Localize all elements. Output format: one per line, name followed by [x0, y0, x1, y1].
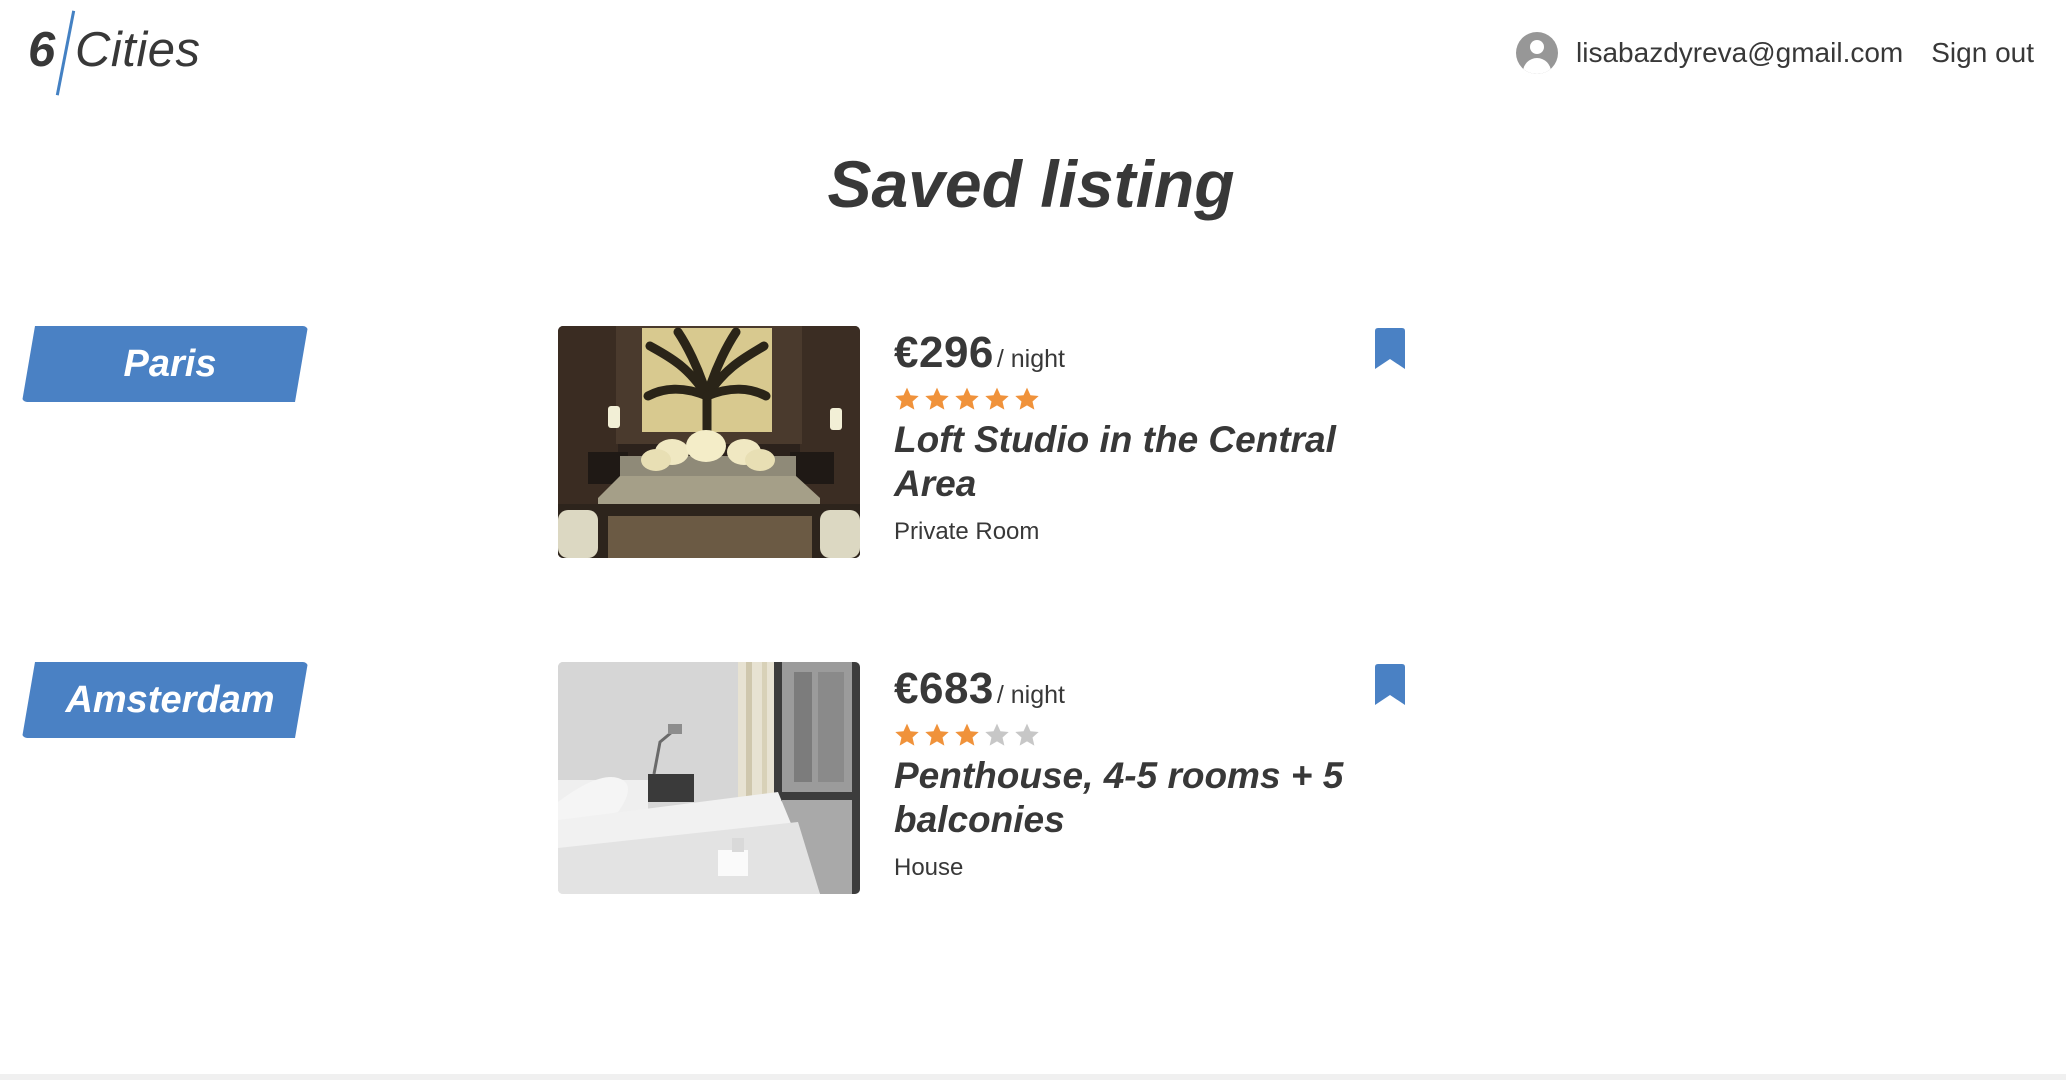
place-card-type: House: [894, 854, 964, 881]
sign-out-link[interactable]: Sign out: [1931, 37, 2034, 69]
place-card: €683 / night Penthouse, 4-5 rooms + 5 ba…: [558, 660, 1408, 894]
place-card-image[interactable]: [558, 326, 860, 558]
page-title: Saved listing: [827, 147, 1235, 221]
avatar-head: [1530, 40, 1545, 54]
star-icon: [985, 387, 1009, 410]
price-unit: / night: [996, 345, 1065, 373]
bookmark-button[interactable]: [1374, 664, 1406, 706]
rating-stars: [894, 386, 1040, 412]
bookmark-button[interactable]: [1374, 328, 1406, 370]
price-row: €296 / night: [894, 328, 1065, 378]
price-value: €296: [894, 328, 994, 377]
star-icon: [955, 387, 979, 410]
favorites-group-amsterdam: Amsterdam €683 / night Penthouse, 4-5 ro…: [0, 660, 2066, 900]
star-icon: [955, 723, 979, 746]
logo-slash: [55, 10, 76, 96]
footer-divider: [0, 1074, 2066, 1080]
logo-number: 6: [28, 23, 56, 77]
avatar-body: [1523, 58, 1552, 74]
place-card-image[interactable]: [558, 662, 860, 894]
price-value: €683: [894, 664, 994, 713]
place-card-name[interactable]: Loft Studio in the Central Area: [894, 418, 1414, 506]
star-icon: [925, 723, 949, 746]
bookmark-icon: [1375, 664, 1405, 705]
star-empty-icon: [985, 723, 1009, 746]
rating-stars: [894, 722, 1040, 748]
star-icon: [925, 387, 949, 410]
star-icon: [895, 723, 919, 746]
user-profile-link[interactable]: lisabazdyreva@gmail.com: [1516, 32, 1903, 74]
star-icon: [895, 387, 919, 410]
user-avatar-icon: [1516, 32, 1559, 74]
place-card: €296 / night Loft Studio in the Central …: [558, 324, 1408, 558]
bookmark-icon: [1375, 328, 1405, 369]
logo-link[interactable]: 6 Cities: [28, 10, 208, 96]
user-nav: lisabazdyreva@gmail.com Sign out: [1516, 30, 2034, 76]
site-header: 6 Cities lisabazdyreva@gmail.com Sign ou…: [0, 0, 2066, 106]
place-card-type: Private Room: [894, 518, 1040, 545]
city-tab-label: Paris: [123, 342, 217, 385]
user-email: lisabazdyreva@gmail.com: [1576, 37, 1904, 68]
price-row: €683 / night: [894, 664, 1065, 714]
place-card-name[interactable]: Penthouse, 4-5 rooms + 5 balconies: [894, 754, 1414, 842]
star-empty-icon: [1015, 723, 1039, 746]
page: 6 Cities lisabazdyreva@gmail.com Sign ou…: [0, 0, 2066, 1080]
city-tab-amsterdam[interactable]: Amsterdam: [22, 662, 308, 738]
logo-word: Cities: [75, 23, 201, 77]
city-tab-label: Amsterdam: [65, 678, 275, 721]
favorites-group-paris: Paris €296 / night Loft Studio in the Ce…: [0, 324, 2066, 564]
star-icon: [1015, 387, 1039, 410]
price-unit: / night: [996, 681, 1065, 709]
city-tab-paris[interactable]: Paris: [22, 326, 308, 402]
